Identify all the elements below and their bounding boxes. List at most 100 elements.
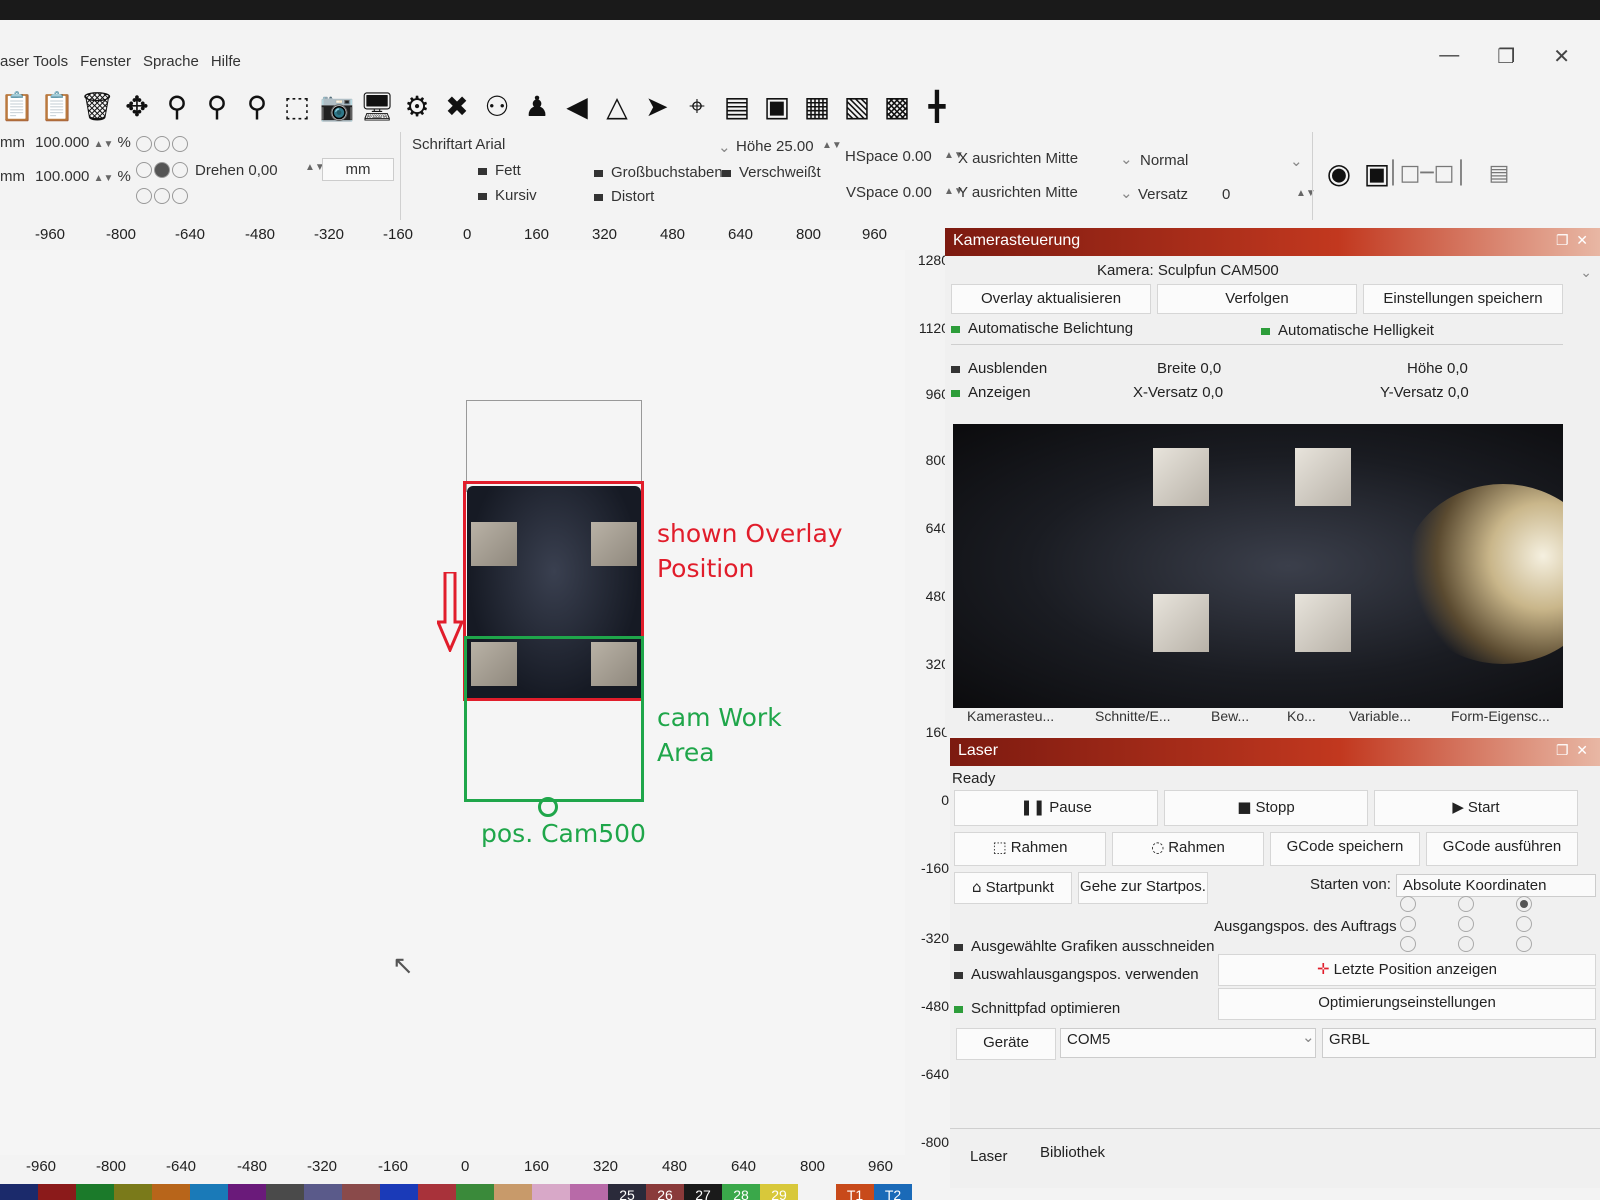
- settings-icon[interactable]: ⚙: [400, 89, 434, 123]
- overlay-update-button[interactable]: Overlay aktualisieren: [951, 284, 1151, 314]
- palette-swatch[interactable]: 29: [760, 1184, 798, 1200]
- show-last-position-button[interactable]: ✛ Letzte Position anzeigen: [1218, 954, 1596, 986]
- copy-icon[interactable]: 📋: [0, 89, 34, 123]
- y-align-select[interactable]: Y ausrichten Mitte: [958, 184, 1078, 201]
- start-from-select[interactable]: Absolute Koordinaten: [1396, 874, 1596, 897]
- height-percent-field[interactable]: 100.000: [35, 168, 89, 185]
- palette-swatch[interactable]: [304, 1184, 342, 1200]
- frame-select-icon[interactable]: ⬚: [280, 89, 314, 123]
- panel-float-close-icon[interactable]: ❐ ✕: [1556, 742, 1588, 759]
- target-icon[interactable]: ⌖: [680, 89, 714, 123]
- tab-library[interactable]: Bibliothek: [1040, 1144, 1105, 1161]
- tab-shape-properties[interactable]: Form-Eigensc...: [1451, 708, 1550, 724]
- palette-swatch[interactable]: [456, 1184, 494, 1200]
- hspace-field[interactable]: HSpace 0.00: [845, 148, 932, 165]
- frame-button[interactable]: ⬚ Rahmen: [954, 832, 1106, 866]
- align-left-icon[interactable]: │□─□│: [1386, 156, 1467, 190]
- align-center-icon[interactable]: ▣: [760, 89, 794, 123]
- menu-help[interactable]: Hilfe: [211, 53, 241, 70]
- palette-swatch[interactable]: 28: [722, 1184, 760, 1200]
- origin-radio[interactable]: [1516, 936, 1532, 952]
- panel-float-close-icon[interactable]: ❐ ✕: [1556, 232, 1588, 249]
- chevron-down-icon[interactable]: ⌄: [1120, 184, 1133, 202]
- align-top-icon[interactable]: ▤: [1482, 156, 1516, 190]
- tab-camera[interactable]: Kamerasteu...: [967, 708, 1054, 724]
- origin-radio-selected[interactable]: [1516, 896, 1532, 912]
- chevron-down-icon[interactable]: ⌄: [1290, 152, 1303, 170]
- chevron-down-icon[interactable]: ⌄: [1580, 264, 1592, 281]
- close-icon[interactable]: ✕: [1553, 44, 1570, 69]
- grid-icon[interactable]: ▩: [880, 89, 914, 123]
- tab-move[interactable]: Bew...: [1211, 708, 1249, 724]
- welded-checkbox[interactable]: Verschweißt: [722, 164, 821, 181]
- uppercase-checkbox[interactable]: Großbuchstaben: [594, 164, 723, 181]
- show-checkbox[interactable]: Anzeigen: [951, 384, 1031, 401]
- maximize-icon[interactable]: ❐: [1497, 44, 1515, 69]
- palette-swatch[interactable]: [266, 1184, 304, 1200]
- tab-variables[interactable]: Variable...: [1349, 708, 1411, 724]
- x-offset-value[interactable]: 0,0: [1202, 384, 1223, 401]
- goto-start-button[interactable]: Gehe zur Startpos.: [1078, 872, 1208, 904]
- optimize-path-checkbox[interactable]: Schnittpfad optimieren: [954, 1000, 1120, 1017]
- use-selection-origin-checkbox[interactable]: Auswahlausgangspos. verwenden: [954, 966, 1199, 983]
- palette-swatch[interactable]: [532, 1184, 570, 1200]
- italic-checkbox[interactable]: Kursiv: [478, 187, 537, 204]
- delete-icon[interactable]: 🗑: [79, 89, 115, 123]
- palette-swatch[interactable]: 25: [608, 1184, 646, 1200]
- x-align-select[interactable]: X ausrichten Mitte: [958, 150, 1078, 167]
- camera-select[interactable]: Sculpfun CAM500: [1158, 262, 1279, 279]
- width-field[interactable]: Breite 0,0: [1157, 360, 1221, 377]
- y-offset-value[interactable]: 0,0: [1448, 384, 1469, 401]
- group-icon[interactable]: ⚇: [480, 89, 514, 123]
- rotate-icon[interactable]: ➤: [640, 89, 674, 123]
- spinner-icon[interactable]: ▲▼: [94, 173, 114, 184]
- stop-button[interactable]: ■ Stopp: [1164, 790, 1368, 826]
- devices-button[interactable]: Geräte: [956, 1028, 1056, 1060]
- spinner-icon[interactable]: ▲▼: [94, 139, 114, 150]
- palette-swatch[interactable]: [570, 1184, 608, 1200]
- distribute-icon[interactable]: ▦: [800, 89, 834, 123]
- palette-swatch[interactable]: 26: [646, 1184, 684, 1200]
- menu-window[interactable]: Fenster: [80, 53, 131, 70]
- y-offset-field[interactable]: Y-Versatz 0,0: [1380, 384, 1469, 401]
- hide-checkbox[interactable]: Ausblenden: [951, 360, 1047, 377]
- controller-select[interactable]: GRBL: [1322, 1028, 1596, 1058]
- palette-swatch[interactable]: T2: [874, 1184, 912, 1200]
- camera-icon[interactable]: 📷: [320, 89, 355, 123]
- zoom-in-icon[interactable]: ⚲: [200, 89, 234, 123]
- move-icon[interactable]: ✥: [120, 89, 154, 123]
- monitor-icon[interactable]: 🖥: [359, 89, 395, 123]
- height-spinner-icon[interactable]: ▲▼: [822, 140, 842, 151]
- menu-laser-tools[interactable]: aser Tools: [0, 53, 68, 70]
- pause-button[interactable]: ❚❚ Pause: [954, 790, 1158, 826]
- camera-select-row[interactable]: Kamera: Sculpfun CAM500: [1097, 262, 1279, 279]
- flip-horizontal-icon[interactable]: ◀: [560, 89, 594, 123]
- home-button[interactable]: ⌂ Startpunkt: [954, 872, 1072, 904]
- chevron-down-icon[interactable]: ⌄: [718, 138, 731, 156]
- align-icon[interactable]: ▤: [720, 89, 754, 123]
- palette-swatch[interactable]: 27: [684, 1184, 722, 1200]
- port-select[interactable]: COM5: [1060, 1028, 1316, 1058]
- minimize-icon[interactable]: —: [1439, 44, 1459, 69]
- zoom-out-icon[interactable]: ⚲: [240, 89, 274, 123]
- origin-radio[interactable]: [1516, 916, 1532, 932]
- font-selector[interactable]: Schriftart Arial: [412, 136, 505, 153]
- auto-exposure-checkbox[interactable]: Automatische Belichtung: [951, 320, 1133, 337]
- offset-field[interactable]: 0: [1222, 186, 1230, 203]
- palette-swatch[interactable]: [190, 1184, 228, 1200]
- view-icon[interactable]: ◉: [1322, 156, 1356, 190]
- save-gcode-button[interactable]: GCode speichern: [1270, 832, 1420, 866]
- auto-brightness-checkbox[interactable]: Automatische Helligkeit: [1261, 322, 1434, 339]
- mirror-icon[interactable]: △: [600, 89, 634, 123]
- tab-cuts[interactable]: Schnitte/E...: [1095, 708, 1170, 724]
- palette-swatch[interactable]: [380, 1184, 418, 1200]
- origin-radio[interactable]: [1458, 936, 1474, 952]
- paste-icon[interactable]: 📋: [40, 89, 75, 123]
- palette-swatch[interactable]: [494, 1184, 532, 1200]
- chevron-down-icon[interactable]: ⌄: [1120, 150, 1133, 168]
- origin-radio[interactable]: [1458, 916, 1474, 932]
- spacing-icon[interactable]: ╋: [920, 89, 954, 123]
- palette-swatch[interactable]: [342, 1184, 380, 1200]
- palette-swatch[interactable]: [228, 1184, 266, 1200]
- origin-radio[interactable]: [1400, 916, 1416, 932]
